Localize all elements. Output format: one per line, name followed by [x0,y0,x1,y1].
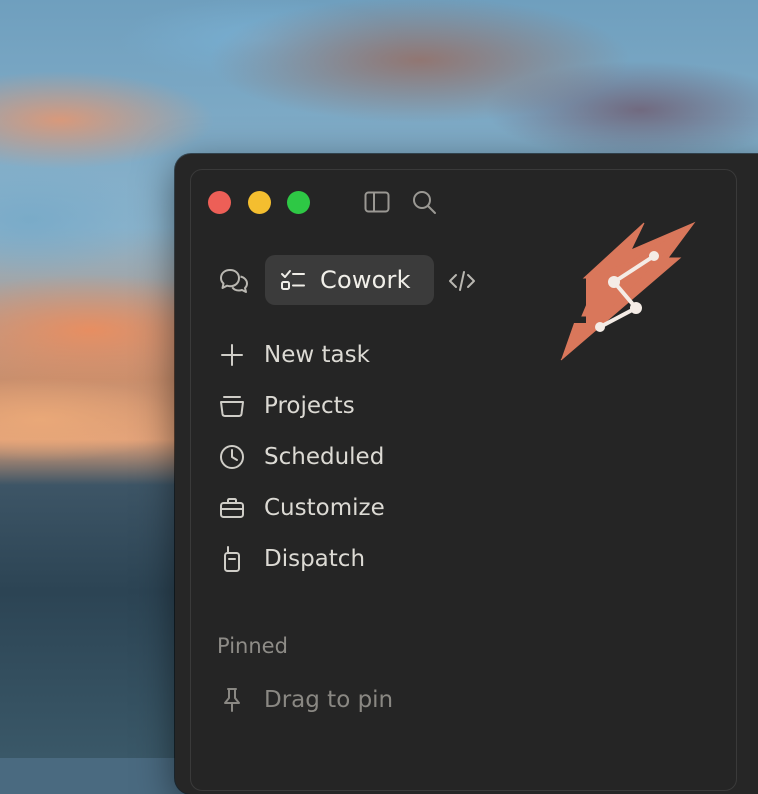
nav-item-label: Scheduled [264,444,385,470]
folder-stack-icon [216,390,248,422]
cowork-tab-label: Cowork [320,266,411,294]
minimize-window-button[interactable] [248,191,271,214]
nav-item-customize[interactable]: Customize [216,488,385,528]
nav-item-label: Customize [264,495,385,521]
maximize-window-button[interactable] [287,191,310,214]
plus-icon [216,339,248,371]
nav-item-label: New task [264,342,370,368]
nav-item-scheduled[interactable]: Scheduled [216,437,384,477]
pin-icon [216,684,248,716]
chat-bubbles-icon[interactable] [217,264,251,298]
walkie-talkie-icon [216,543,248,575]
pinned-drop-zone[interactable]: Drag to pin [216,680,393,720]
search-icon[interactable] [409,187,439,217]
nav-item-new-task[interactable]: New task [216,335,370,375]
close-window-button[interactable] [208,191,231,214]
lightning-logo-icon [556,220,701,365]
briefcase-icon [216,492,248,524]
nav-item-label: Projects [264,393,355,419]
nav-item-projects[interactable]: Projects [216,386,355,426]
pinned-placeholder-label: Drag to pin [264,687,394,713]
sidebar-toggle-icon[interactable] [362,187,392,217]
nav-item-label: Dispatch [264,546,366,572]
nav-item-dispatch[interactable]: Dispatch [216,539,365,579]
code-icon[interactable] [445,264,479,298]
clock-icon [216,441,248,473]
cowork-mode-tab[interactable]: Cowork [265,255,434,305]
checklist-icon [279,266,307,294]
pinned-section-label: Pinned [217,634,288,658]
